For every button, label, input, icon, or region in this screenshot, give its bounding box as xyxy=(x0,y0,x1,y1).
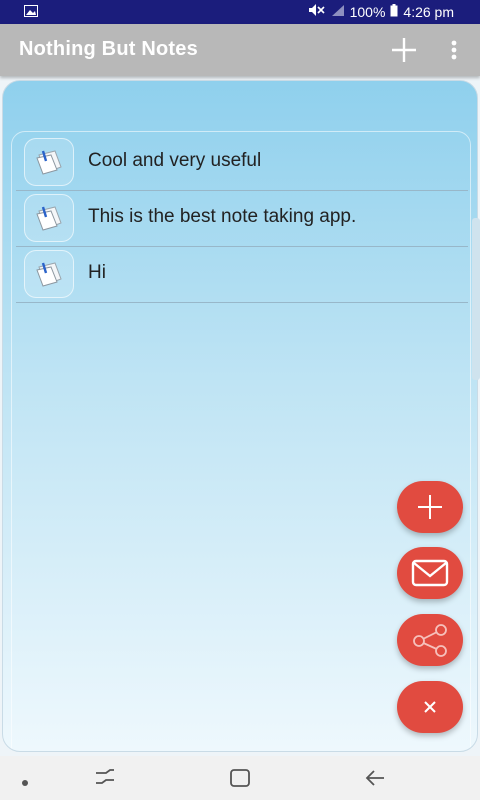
app-bar: Nothing But Notes xyxy=(0,24,480,76)
signal-icon xyxy=(331,4,345,20)
note-icon-frame xyxy=(24,250,74,298)
fab-add-button[interactable] xyxy=(397,481,463,533)
mute-icon xyxy=(308,3,326,20)
note-title: This is the best note taking app. xyxy=(88,206,357,227)
notebook-icon xyxy=(36,262,62,287)
overflow-menu-button[interactable] xyxy=(446,38,462,64)
notes-list: Cool and very useful This is the best no… xyxy=(11,131,471,751)
home-icon[interactable] xyxy=(229,768,251,793)
navigation-bar xyxy=(0,756,480,800)
notebook-icon xyxy=(36,206,62,231)
note-item[interactable]: Hi xyxy=(16,246,468,303)
add-note-button[interactable] xyxy=(390,36,418,64)
status-bar: 100% 4:26 pm xyxy=(0,0,480,24)
fab-close-button[interactable] xyxy=(397,681,463,733)
note-icon-frame xyxy=(24,194,74,242)
share-icon xyxy=(413,624,447,657)
app-title: Nothing But Notes xyxy=(19,38,198,60)
battery-percent: 100% xyxy=(349,3,386,20)
back-icon[interactable] xyxy=(364,768,386,793)
scrollbar-thumb[interactable] xyxy=(472,218,480,380)
note-title: Hi xyxy=(88,262,106,283)
plus-icon xyxy=(418,495,442,519)
note-item[interactable]: Cool and very useful xyxy=(16,134,468,191)
battery-icon xyxy=(390,3,398,20)
notebook-icon xyxy=(36,150,62,175)
note-icon-frame xyxy=(24,138,74,186)
mail-icon xyxy=(411,559,449,587)
fab-share-button[interactable] xyxy=(397,614,463,666)
fab-email-button[interactable] xyxy=(397,547,463,599)
note-item[interactable]: This is the best note taking app. xyxy=(16,190,468,247)
clock: 4:26 pm xyxy=(403,3,454,20)
gallery-notification-icon xyxy=(24,4,38,20)
more-vertical-icon xyxy=(451,40,457,60)
close-icon xyxy=(424,701,436,713)
note-title: Cool and very useful xyxy=(88,150,262,171)
nav-dot-icon[interactable] xyxy=(21,774,29,792)
recent-apps-icon[interactable] xyxy=(94,768,116,793)
plus-icon xyxy=(392,38,416,62)
